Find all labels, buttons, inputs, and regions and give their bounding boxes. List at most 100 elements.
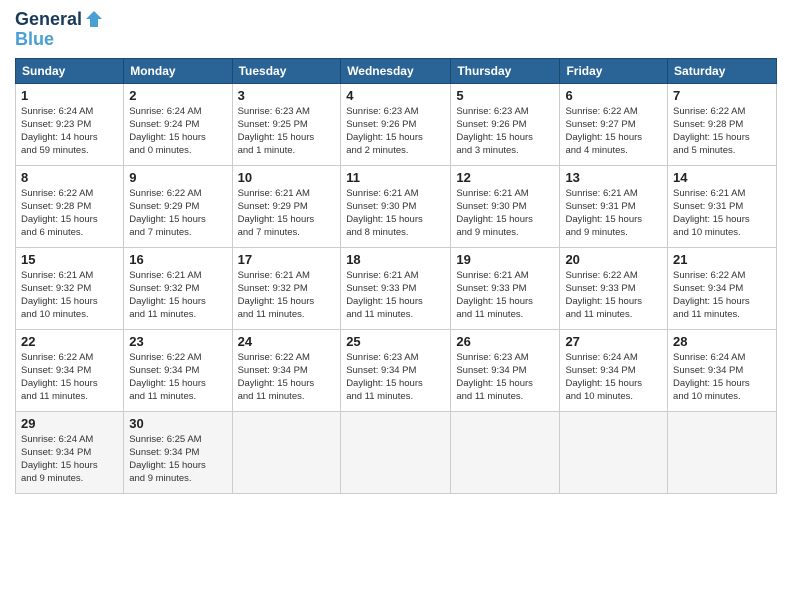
day-info: Sunrise: 6:21 AM Sunset: 9:31 PM Dayligh… — [673, 187, 771, 240]
calendar-cell: 25 Sunrise: 6:23 AM Sunset: 9:34 PM Dayli… — [341, 329, 451, 411]
logo-text-general: General — [15, 10, 82, 30]
day-info: Sunrise: 6:21 AM Sunset: 9:32 PM Dayligh… — [129, 269, 226, 322]
calendar-cell: 19 Sunrise: 6:21 AM Sunset: 9:33 PM Dayli… — [451, 247, 560, 329]
calendar-cell: 11 Sunrise: 6:21 AM Sunset: 9:30 PM Dayli… — [341, 165, 451, 247]
calendar-cell: 8 Sunrise: 6:22 AM Sunset: 9:28 PM Daylig… — [16, 165, 124, 247]
calendar-cell: 10Sunrise: 6:21 AM Sunset: 9:29 PM Dayli… — [232, 165, 341, 247]
calendar-cell: 29 Sunrise: 6:24 AM Sunset: 9:34 PM Dayli… — [16, 411, 124, 493]
logo-text-blue: Blue — [15, 30, 104, 50]
calendar-cell: 4Sunrise: 6:23 AM Sunset: 9:26 PM Daylig… — [341, 83, 451, 165]
calendar-cell: 3 Sunrise: 6:23 AM Sunset: 9:25 PM Daylig… — [232, 83, 341, 165]
day-number: 17 — [238, 252, 336, 267]
calendar-week-row: 22 Sunrise: 6:22 AM Sunset: 9:34 PM Dayli… — [16, 329, 777, 411]
day-info: Sunrise: 6:25 AM Sunset: 9:34 PM Dayligh… — [129, 433, 226, 486]
day-info: Sunrise: 6:24 AM Sunset: 9:24 PM Dayligh… — [129, 105, 226, 158]
calendar-cell: 23Sunrise: 6:22 AM Sunset: 9:34 PM Dayli… — [124, 329, 232, 411]
day-info: Sunrise: 6:21 AM Sunset: 9:30 PM Dayligh… — [456, 187, 554, 240]
calendar-header-sunday: Sunday — [16, 58, 124, 83]
day-info: Sunrise: 6:21 AM Sunset: 9:33 PM Dayligh… — [456, 269, 554, 322]
calendar-table: SundayMondayTuesdayWednesdayThursdayFrid… — [15, 58, 777, 494]
calendar-cell: 20 Sunrise: 6:22 AM Sunset: 9:33 PM Dayli… — [560, 247, 668, 329]
calendar-cell: 28Sunrise: 6:24 AM Sunset: 9:34 PM Dayli… — [668, 329, 777, 411]
day-info: Sunrise: 6:21 AM Sunset: 9:33 PM Dayligh… — [346, 269, 445, 322]
calendar-cell: 12 Sunrise: 6:21 AM Sunset: 9:30 PM Dayli… — [451, 165, 560, 247]
calendar-week-row: 15 Sunrise: 6:21 AM Sunset: 9:32 PM Dayli… — [16, 247, 777, 329]
logo: General Blue — [15, 10, 104, 50]
day-number: 10 — [238, 170, 336, 185]
calendar-cell: 30 Sunrise: 6:25 AM Sunset: 9:34 PM Dayli… — [124, 411, 232, 493]
calendar-cell: 5 Sunrise: 6:23 AM Sunset: 9:26 PM Daylig… — [451, 83, 560, 165]
day-info: Sunrise: 6:21 AM Sunset: 9:31 PM Dayligh… — [565, 187, 662, 240]
day-info: Sunrise: 6:21 AM Sunset: 9:32 PM Dayligh… — [21, 269, 118, 322]
day-number: 11 — [346, 170, 445, 185]
day-info: Sunrise: 6:24 AM Sunset: 9:34 PM Dayligh… — [565, 351, 662, 404]
calendar-header-monday: Monday — [124, 58, 232, 83]
calendar-cell: 15 Sunrise: 6:21 AM Sunset: 9:32 PM Dayli… — [16, 247, 124, 329]
calendar-cell: 17 Sunrise: 6:21 AM Sunset: 9:32 PM Dayli… — [232, 247, 341, 329]
day-number: 12 — [456, 170, 554, 185]
day-info: Sunrise: 6:22 AM Sunset: 9:29 PM Dayligh… — [129, 187, 226, 240]
day-number: 26 — [456, 334, 554, 349]
calendar-cell: 24 Sunrise: 6:22 AM Sunset: 9:34 PM Dayli… — [232, 329, 341, 411]
calendar-header-friday: Friday — [560, 58, 668, 83]
day-info: Sunrise: 6:23 AM Sunset: 9:26 PM Dayligh… — [456, 105, 554, 158]
day-number: 7 — [673, 88, 771, 103]
calendar-cell — [668, 411, 777, 493]
day-number: 23 — [129, 334, 226, 349]
calendar-cell: 6Sunrise: 6:22 AM Sunset: 9:27 PM Daylig… — [560, 83, 668, 165]
day-number: 20 — [565, 252, 662, 267]
day-number: 5 — [456, 88, 554, 103]
day-number: 29 — [21, 416, 118, 431]
calendar-cell: 14Sunrise: 6:21 AM Sunset: 9:31 PM Dayli… — [668, 165, 777, 247]
day-number: 25 — [346, 334, 445, 349]
day-number: 9 — [129, 170, 226, 185]
calendar-cell — [560, 411, 668, 493]
day-number: 16 — [129, 252, 226, 267]
day-number: 19 — [456, 252, 554, 267]
calendar-cell: 21Sunrise: 6:22 AM Sunset: 9:34 PM Dayli… — [668, 247, 777, 329]
calendar-cell: 26Sunrise: 6:23 AM Sunset: 9:34 PM Dayli… — [451, 329, 560, 411]
day-info: Sunrise: 6:21 AM Sunset: 9:30 PM Dayligh… — [346, 187, 445, 240]
day-info: Sunrise: 6:22 AM Sunset: 9:34 PM Dayligh… — [21, 351, 118, 404]
calendar-cell: 27 Sunrise: 6:24 AM Sunset: 9:34 PM Dayli… — [560, 329, 668, 411]
calendar-cell: 16 Sunrise: 6:21 AM Sunset: 9:32 PM Dayli… — [124, 247, 232, 329]
logo-icon — [84, 9, 104, 29]
calendar-week-row: 8 Sunrise: 6:22 AM Sunset: 9:28 PM Daylig… — [16, 165, 777, 247]
calendar-header-saturday: Saturday — [668, 58, 777, 83]
day-number: 3 — [238, 88, 336, 103]
calendar-cell — [451, 411, 560, 493]
day-number: 22 — [21, 334, 118, 349]
day-info: Sunrise: 6:24 AM Sunset: 9:34 PM Dayligh… — [21, 433, 118, 486]
day-info: Sunrise: 6:22 AM Sunset: 9:28 PM Dayligh… — [21, 187, 118, 240]
calendar-header-row: SundayMondayTuesdayWednesdayThursdayFrid… — [16, 58, 777, 83]
calendar-cell — [341, 411, 451, 493]
calendar-header-tuesday: Tuesday — [232, 58, 341, 83]
day-number: 18 — [346, 252, 445, 267]
day-info: Sunrise: 6:22 AM Sunset: 9:33 PM Dayligh… — [565, 269, 662, 322]
day-number: 1 — [21, 88, 118, 103]
day-info: Sunrise: 6:24 AM Sunset: 9:23 PM Dayligh… — [21, 105, 118, 158]
calendar-week-row: 1 Sunrise: 6:24 AM Sunset: 9:23 PM Daylig… — [16, 83, 777, 165]
day-info: Sunrise: 6:22 AM Sunset: 9:34 PM Dayligh… — [238, 351, 336, 404]
day-info: Sunrise: 6:22 AM Sunset: 9:28 PM Dayligh… — [673, 105, 771, 158]
calendar-week-row: 29 Sunrise: 6:24 AM Sunset: 9:34 PM Dayli… — [16, 411, 777, 493]
calendar-header-thursday: Thursday — [451, 58, 560, 83]
day-number: 13 — [565, 170, 662, 185]
calendar-cell: 18 Sunrise: 6:21 AM Sunset: 9:33 PM Dayli… — [341, 247, 451, 329]
day-number: 21 — [673, 252, 771, 267]
day-number: 15 — [21, 252, 118, 267]
calendar-body: 1 Sunrise: 6:24 AM Sunset: 9:23 PM Daylig… — [16, 83, 777, 493]
day-number: 8 — [21, 170, 118, 185]
day-info: Sunrise: 6:23 AM Sunset: 9:34 PM Dayligh… — [346, 351, 445, 404]
calendar-cell: 13 Sunrise: 6:21 AM Sunset: 9:31 PM Dayli… — [560, 165, 668, 247]
page: General Blue SundayMondayTuesdayWednesda… — [0, 0, 792, 612]
day-number: 4 — [346, 88, 445, 103]
day-number: 30 — [129, 416, 226, 431]
day-info: Sunrise: 6:21 AM Sunset: 9:32 PM Dayligh… — [238, 269, 336, 322]
day-number: 6 — [565, 88, 662, 103]
calendar-cell: 2Sunrise: 6:24 AM Sunset: 9:24 PM Daylig… — [124, 83, 232, 165]
day-info: Sunrise: 6:23 AM Sunset: 9:25 PM Dayligh… — [238, 105, 336, 158]
day-number: 24 — [238, 334, 336, 349]
calendar-header-wednesday: Wednesday — [341, 58, 451, 83]
day-number: 27 — [565, 334, 662, 349]
